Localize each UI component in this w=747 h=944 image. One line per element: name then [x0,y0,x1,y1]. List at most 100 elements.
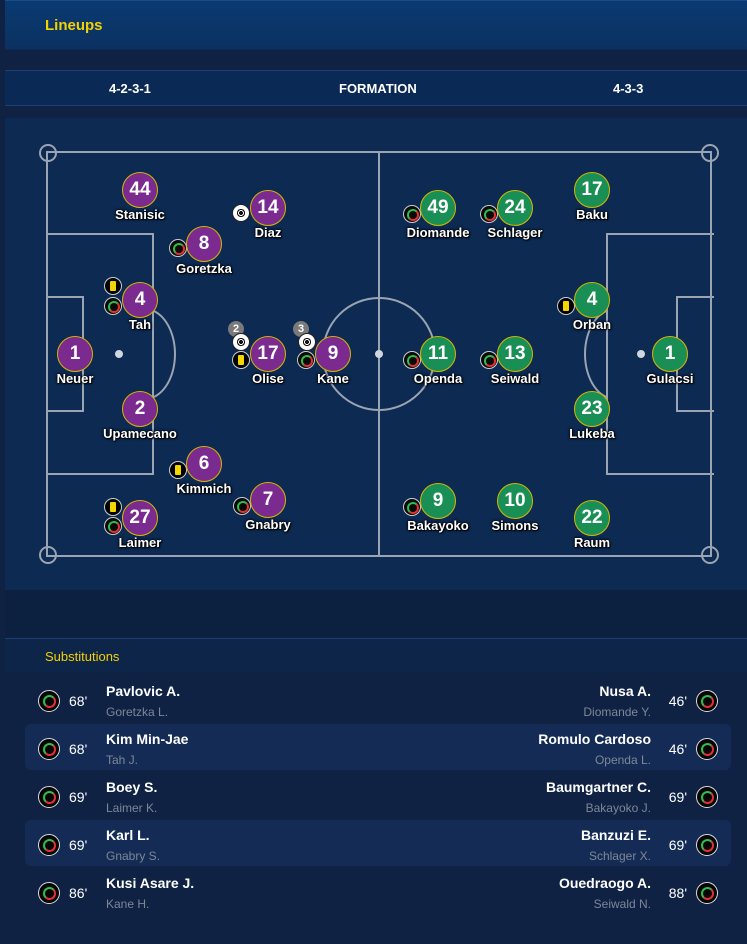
player-in[interactable]: Nusa A. [599,683,651,699]
sub-minute: 46' [668,741,687,757]
player-in[interactable]: Boey S. [106,779,157,795]
player-name: Lukeba [569,426,615,441]
sub-minute: 86' [69,885,88,901]
player-name: Stanisic [115,207,165,222]
player-out[interactable]: Goretzka L. [106,705,168,719]
away-formation: 4-3-3 [613,81,644,96]
sub-minute: 69' [668,837,687,853]
player-number: 17 [250,336,286,372]
corner-arc [39,546,57,564]
player-in[interactable]: Karl L. [106,827,150,843]
goal-ball-icon [298,333,316,351]
substitution-row: 68' Pavlovic A. Goretzka L. 46' Nusa A. … [25,676,731,722]
player-number: 4 [574,282,610,318]
sub-minute: 88' [668,885,687,901]
sub-minute: 69' [668,789,687,805]
player-number: 49 [420,190,456,226]
player-out[interactable]: Kane H. [106,897,149,911]
substitution-icon [38,882,60,904]
substitution-icon [233,497,251,515]
player-in[interactable]: Romulo Cardoso [538,731,651,747]
yellow-card-icon [557,297,575,315]
substitution-row: 68' Kim Min-Jae Tah J. 46' Romulo Cardos… [25,724,731,770]
player-number: 22 [574,500,610,536]
substitution-icon [480,205,498,223]
lineups-header: Lineups [5,0,747,50]
substitutions-title: Substitutions [45,649,120,664]
substitution-icon [38,738,60,760]
player-name: Schlager [487,225,543,240]
substitution-icon [297,351,315,369]
player-out[interactable]: Diomande Y. [583,705,651,719]
player-number: 23 [574,391,610,427]
player-name: Simons [491,518,539,533]
player-in[interactable]: Kim Min-Jae [106,731,188,747]
pitch-footer [5,590,747,638]
player-number: 11 [420,336,456,372]
formation-label: FORMATION [339,81,417,96]
player-out[interactable]: Tah J. [106,753,138,767]
sub-minute: 68' [69,693,88,709]
substitution-icon [169,239,187,257]
player-number: 6 [186,446,222,482]
player-out[interactable]: Bakayoko J. [586,801,651,815]
sub-minute: 46' [668,693,687,709]
player-name: Tah [128,317,152,332]
player-in[interactable]: Baumgartner C. [546,779,651,795]
player-out[interactable]: Laimer K. [106,801,157,815]
substitution-icon [696,738,718,760]
player-number: 7 [250,482,286,518]
goal-ball-icon [232,333,250,351]
sub-minute: 69' [69,789,88,805]
substitution-icon [38,834,60,856]
player-name: Diaz [254,225,282,240]
player-number: 14 [250,190,286,226]
player-number: 10 [497,483,533,519]
substitution-icon [480,351,498,369]
lineups-widget: Lineups 4-2-3-1 FORMATION 4-3-3 44 Stani… [0,0,747,944]
player-name: Kane [317,371,349,386]
substitution-icon [696,882,718,904]
player-name: Neuer [56,371,94,386]
player-name: Gnabry [245,517,291,532]
substitution-row: 69' Boey S. Laimer K. 69' Baumgartner C.… [25,772,731,818]
substitution-row: 69' Karl L. Gnabry S. 69' Banzuzi E. Sch… [25,820,731,866]
substitution-icon [403,351,421,369]
player-number: 13 [497,336,533,372]
player-number: 9 [420,483,456,519]
right-penalty-spot [637,350,645,358]
yellow-card-icon [104,498,122,516]
corner-arc [701,144,719,162]
player-out[interactable]: Openda L. [595,753,651,767]
substitution-icon [696,834,718,856]
player-in[interactable]: Pavlovic A. [106,683,180,699]
player-name: Orban [572,317,612,332]
player-number: 27 [122,500,158,536]
player-name: Seiwald [490,371,540,386]
player-in[interactable]: Ouedraogo A. [559,875,651,891]
player-out[interactable]: Gnabry S. [106,849,160,863]
player-number: 8 [186,226,222,262]
substitution-icon [38,786,60,808]
player-number: 1 [57,336,93,372]
player-out[interactable]: Schlager X. [589,849,651,863]
formation-strip: 4-2-3-1 FORMATION 4-3-3 [5,70,747,106]
player-name: Raum [573,535,611,550]
substitution-icon [696,786,718,808]
substitution-row: 86' Kusi Asare J. Kane H. 88' Ouedraogo … [25,868,731,914]
yellow-card-icon [104,277,122,295]
left-penalty-spot [115,350,123,358]
player-number: 2 [122,391,158,427]
player-in[interactable]: Banzuzi E. [581,827,651,843]
player-in[interactable]: Kusi Asare J. [106,875,194,891]
player-out[interactable]: Seiwald N. [594,897,651,911]
substitutions-header: Substitutions [5,638,747,672]
player-number: 4 [122,282,158,318]
center-spot [375,350,383,358]
substitution-icon [403,498,421,516]
lineups-title: Lineups [45,17,103,34]
corner-arc [701,546,719,564]
yellow-card-icon [232,351,250,369]
player-number: 9 [315,336,351,372]
sub-minute: 69' [69,837,88,853]
